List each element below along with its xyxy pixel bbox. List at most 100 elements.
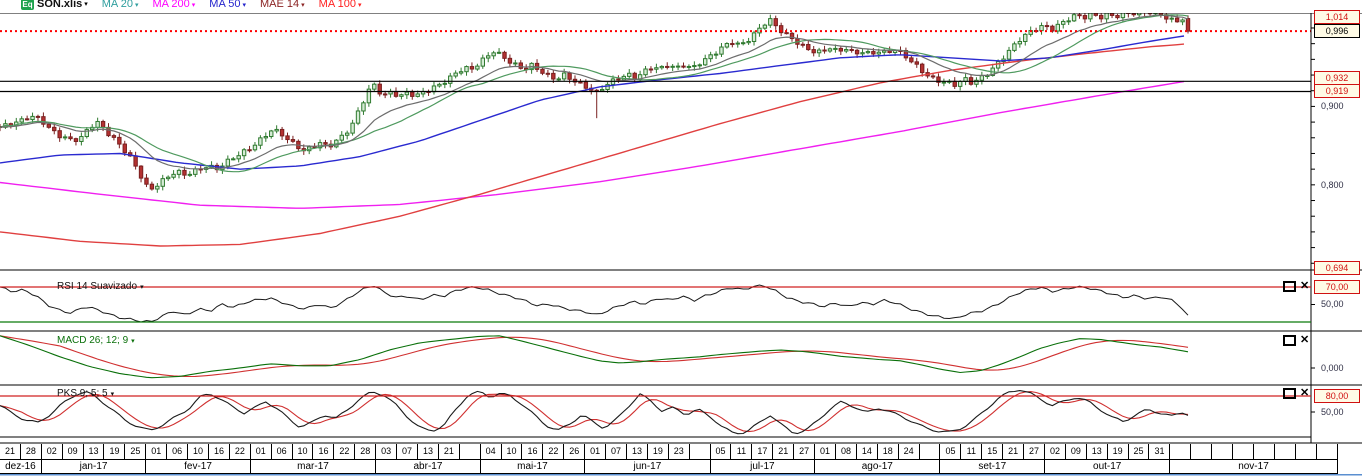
day-cell: 03: [376, 444, 398, 459]
legend-item-ma-50[interactable]: MA 50 ▾: [209, 0, 246, 10]
legend-item-ma-100[interactable]: MA 100 ▾: [319, 0, 362, 10]
price-level-badge[interactable]: 0,919: [1314, 84, 1360, 98]
month-cell: out-17: [1045, 460, 1171, 473]
day-cell: 06: [167, 444, 189, 459]
rsi-dropdown-caret-icon[interactable]: ▾: [140, 284, 144, 291]
day-cell: 16: [523, 444, 544, 459]
legend-label: MA 20: [101, 0, 133, 10]
chart-canvas[interactable]: [0, 0, 1362, 476]
day-cell: 10: [293, 444, 314, 459]
day-cell: 21: [1003, 444, 1025, 459]
rsi-close-pane-button[interactable]: ✕: [1300, 281, 1309, 292]
day-cell: 28: [21, 444, 42, 459]
day-cell: 06: [272, 444, 293, 459]
month-cell: abr-17: [376, 460, 481, 473]
price-level-badge[interactable]: 0,694: [1314, 261, 1360, 275]
month-cell: set-17: [941, 460, 1045, 473]
day-cell: 26: [564, 444, 586, 459]
day-cell: 07: [606, 444, 627, 459]
pks-label-text: PKS 9; 5; 5: [57, 388, 108, 399]
day-cell: 17: [752, 444, 774, 459]
legend-label: MAE 14: [260, 0, 300, 10]
legend-dropdown-caret-icon[interactable]: ▾: [358, 2, 362, 9]
legend-label: MA 200: [152, 0, 190, 10]
month-cell: mai-17: [481, 460, 586, 473]
rsi-label-text: RSI 14 Suavizado: [57, 281, 138, 292]
legend-dropdown-caret-icon[interactable]: ▾: [192, 2, 196, 9]
macd-restore-pane-button[interactable]: [1283, 335, 1296, 346]
pks-level-badge[interactable]: 80,00: [1314, 389, 1360, 403]
legend-dropdown-caret-icon[interactable]: ▾: [135, 2, 139, 9]
macd-label-text: MACD 26; 12; 9: [57, 335, 129, 346]
day-cell: 01: [146, 444, 168, 459]
legend-dropdown-caret-icon[interactable]: ▾: [242, 2, 246, 9]
price-level-badge[interactable]: 0,932: [1314, 71, 1360, 85]
candlestick-series: [0, 4, 1191, 247]
rsi-tick-label: 50,00: [1321, 299, 1344, 309]
day-cell: 01: [585, 444, 607, 459]
day-cell: 11: [732, 444, 753, 459]
day-cell: 14: [857, 444, 878, 459]
day-cell: 02: [42, 444, 63, 459]
month-cell: jul-17: [711, 460, 816, 473]
day-cell: 28: [355, 444, 377, 459]
legend-label: MA 50: [209, 0, 241, 10]
legend-item-mae-14[interactable]: MAE 14 ▾: [260, 0, 305, 10]
pks-series: [0, 390, 1189, 435]
day-cell: 27: [1024, 444, 1045, 459]
day-cell: 19: [1108, 444, 1129, 459]
day-cell: 08: [836, 444, 857, 459]
day-cell: 31: [1150, 444, 1171, 459]
macd-pane-label[interactable]: MACD 26; 12; 9 ▾: [57, 335, 135, 346]
day-cell: 22: [230, 444, 251, 459]
price-level-badge[interactable]: 0,996: [1314, 24, 1360, 38]
legend-item-ma-20[interactable]: MA 20 ▾: [102, 0, 139, 10]
symbol-title[interactable]: SON.xlis: [37, 0, 82, 10]
chart-header: Eq SON.xlis ▾ MA 20 ▾ MA 200 ▾ MA 50 ▾ MAE 14 ▾…: [0, 0, 1362, 13]
pks-pane-label[interactable]: PKS 9; 5; 5 ▾: [57, 388, 114, 399]
month-cell: jun-17: [585, 460, 711, 473]
macd-pane-controls: ✕: [1283, 335, 1309, 346]
rsi-pane-label[interactable]: RSI 14 Suavizado ▾: [57, 281, 144, 292]
day-cell: 22: [334, 444, 356, 459]
pks-dropdown-caret-icon[interactable]: ▾: [111, 391, 115, 398]
rsi-restore-pane-button[interactable]: [1283, 281, 1296, 292]
day-cell: 21: [773, 444, 795, 459]
macd-close-pane-button[interactable]: ✕: [1300, 335, 1309, 346]
macd-dropdown-caret-icon[interactable]: ▾: [131, 338, 135, 345]
macd-tick-label: 0,000: [1321, 363, 1344, 373]
price-tick-label: 0,800: [1321, 179, 1344, 190]
day-cell: 24: [899, 444, 920, 459]
day-cell: 25: [125, 444, 147, 459]
equity-badge-icon: Eq: [21, 0, 34, 10]
day-cell: 21: [439, 444, 460, 459]
day-cell: 13: [418, 444, 439, 459]
pks-tick-label: 50,00: [1321, 407, 1344, 417]
legend-label: MA 100: [318, 0, 356, 10]
day-cell: 13: [1087, 444, 1108, 459]
pks-pane-controls: ✕: [1283, 388, 1309, 399]
day-cell: 16: [209, 444, 230, 459]
legend-dropdown-caret-icon[interactable]: ▾: [301, 2, 305, 9]
day-cell: 01: [251, 444, 272, 459]
rsi-level-badge[interactable]: 70,00: [1314, 280, 1360, 294]
day-cell: 27: [794, 444, 816, 459]
day-cell: 19: [648, 444, 669, 459]
pks-close-pane-button[interactable]: ✕: [1300, 388, 1309, 399]
day-cell: 15: [982, 444, 1004, 459]
day-cell: [1254, 444, 1275, 459]
day-cell: [1233, 444, 1254, 459]
price-level-badge[interactable]: 1,014: [1314, 10, 1360, 24]
day-cell: 13: [84, 444, 105, 459]
pks-restore-pane-button[interactable]: [1283, 388, 1296, 399]
day-cell: 13: [627, 444, 648, 459]
day-cell: [460, 444, 481, 459]
day-cell: [690, 444, 711, 459]
legend-item-ma-200[interactable]: MA 200 ▾: [152, 0, 195, 10]
day-cell: [1170, 444, 1192, 459]
month-cell: ago-17: [815, 460, 941, 473]
rsi-series: [0, 284, 1189, 323]
month-cell: dez-16: [0, 460, 42, 473]
month-cell: mar-17: [251, 460, 377, 473]
day-cell: 09: [1066, 444, 1087, 459]
